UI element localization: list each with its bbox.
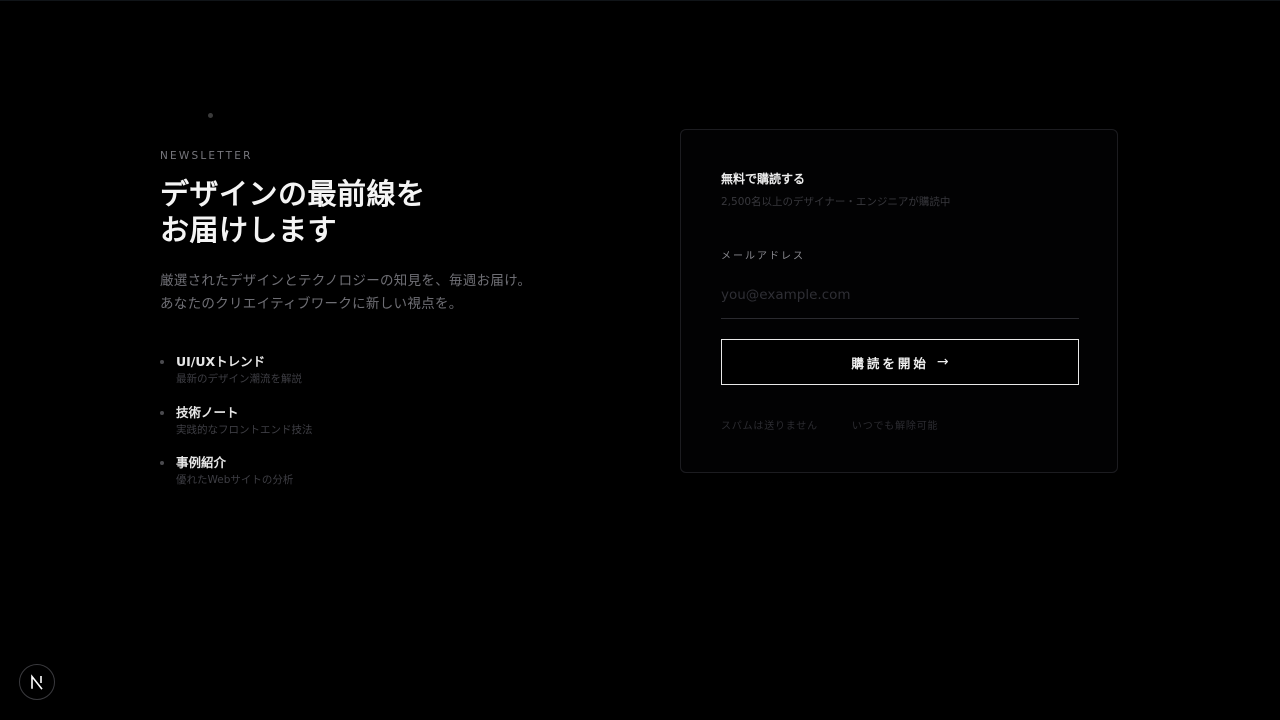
arrow-right-icon: → <box>936 354 949 370</box>
email-field[interactable] <box>721 280 1079 319</box>
bullet-icon <box>160 461 164 465</box>
feature-item-case-studies: 事例紹介 優れたWebサイトの分析 <box>160 455 620 506</box>
description-line-1: 厳選されたデザインとテクノロジーの知見を、毎週お届け。 <box>160 273 532 289</box>
newsletter-intro: NEWSLETTER デザインの最前線を お届けします 厳選されたデザインとテク… <box>160 150 620 506</box>
subscribe-button-label: 購読を開始 <box>851 355 929 371</box>
page-title-line-1: デザインの最前線を <box>160 177 426 211</box>
subscriber-count: 2,500名以上のデザイナー・エンジニアが購読中 <box>721 196 951 208</box>
page-title: デザインの最前線を お届けします <box>160 176 620 248</box>
top-border <box>0 0 1280 1</box>
next-logo-icon[interactable] <box>19 664 55 700</box>
feature-list: UI/UXトレンド 最新のデザイン潮流を解説 技術ノート 実践的なフロントエンド… <box>160 354 620 506</box>
no-spam-note: スパムは送りません <box>721 421 818 432</box>
form-title: 無料で購読する <box>721 172 806 186</box>
bullet-icon <box>160 410 164 415</box>
n-glyph-icon <box>31 674 43 690</box>
feature-subtitle: 優れたWebサイトの分析 <box>176 474 294 486</box>
email-label: メールアドレス <box>721 251 805 262</box>
feature-item-tech-notes: 技術ノート 実践的なフロントエンド技法 <box>160 405 620 456</box>
subscribe-form: 無料で購読する 2,500名以上のデザイナー・エンジニアが購読中 メールアドレス… <box>721 170 1079 432</box>
feature-subtitle: 実践的なフロントエンド技法 <box>176 423 313 436</box>
feature-title: 技術ノート <box>176 404 239 420</box>
bullet-icon <box>160 360 164 364</box>
page-title-line-2: お届けします <box>160 213 338 247</box>
decorative-dot <box>208 113 213 118</box>
eyebrow-label: NEWSLETTER <box>160 150 253 162</box>
feature-title: UI/UXトレンド <box>176 354 266 369</box>
unsubscribe-note: いつでも解除可能 <box>851 421 939 432</box>
feature-title: 事例紹介 <box>176 455 227 470</box>
feature-item-trends: UI/UXトレンド 最新のデザイン潮流を解説 <box>160 354 620 405</box>
form-notes: スパムは送りません いつでも解除可能 <box>721 417 1079 432</box>
description: 厳選されたデザインとテクノロジーの知見を、毎週お届け。 あなたのクリエイティブワ… <box>160 270 620 316</box>
subscribe-button[interactable]: 購読を開始 → <box>721 339 1079 385</box>
subscribe-card: 無料で購読する 2,500名以上のデザイナー・エンジニアが購読中 メールアドレス… <box>680 129 1118 473</box>
feature-subtitle: 最新のデザイン潮流を解説 <box>176 373 302 385</box>
description-line-2: あなたのクリエイティブワークに新しい視点を。 <box>160 296 463 312</box>
